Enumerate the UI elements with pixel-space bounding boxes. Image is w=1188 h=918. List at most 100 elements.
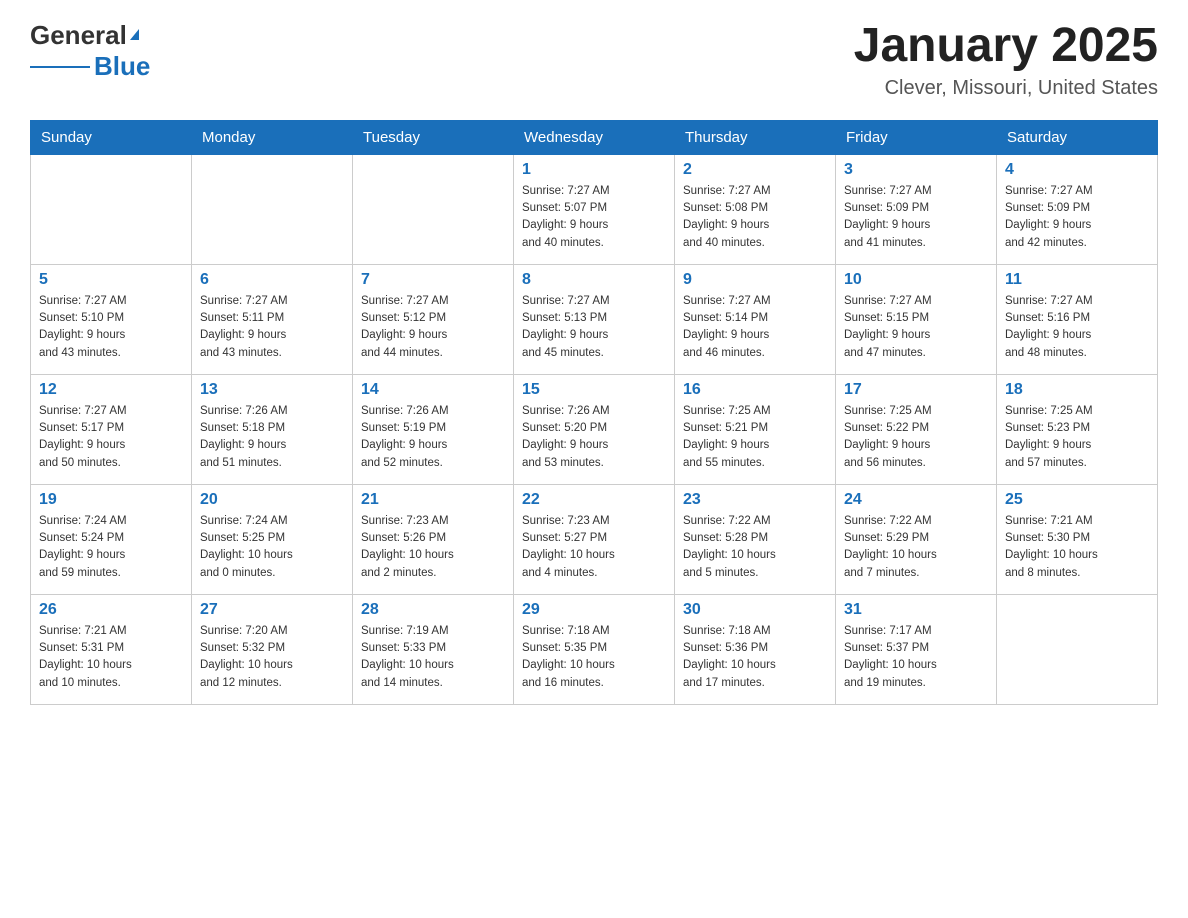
day-info: Sunrise: 7:27 AMSunset: 5:17 PMDaylight:… (39, 403, 183, 472)
day-cell (31, 154, 192, 264)
week-row-5: 26 Sunrise: 7:21 AMSunset: 5:31 PMDayligh… (31, 594, 1158, 704)
day-info: Sunrise: 7:21 AMSunset: 5:31 PMDaylight:… (39, 623, 183, 692)
day-info: Sunrise: 7:24 AMSunset: 5:24 PMDaylight:… (39, 513, 183, 582)
day-number: 19 (39, 491, 183, 509)
week-row-1: 1 Sunrise: 7:27 AMSunset: 5:07 PMDaylight… (31, 154, 1158, 264)
day-number: 17 (844, 381, 988, 399)
day-info: Sunrise: 7:23 AMSunset: 5:26 PMDaylight:… (361, 513, 505, 582)
day-number: 26 (39, 601, 183, 619)
day-cell (353, 154, 514, 264)
day-info: Sunrise: 7:18 AMSunset: 5:36 PMDaylight:… (683, 623, 827, 692)
day-cell: 7 Sunrise: 7:27 AMSunset: 5:12 PMDaylight… (353, 264, 514, 374)
week-row-2: 5 Sunrise: 7:27 AMSunset: 5:10 PMDaylight… (31, 264, 1158, 374)
day-number: 29 (522, 601, 666, 619)
day-info: Sunrise: 7:27 AMSunset: 5:07 PMDaylight:… (522, 183, 666, 252)
day-info: Sunrise: 7:27 AMSunset: 5:13 PMDaylight:… (522, 293, 666, 362)
calendar-table: SundayMondayTuesdayWednesdayThursdayFrid… (30, 120, 1158, 705)
day-info: Sunrise: 7:27 AMSunset: 5:11 PMDaylight:… (200, 293, 344, 362)
day-info: Sunrise: 7:25 AMSunset: 5:23 PMDaylight:… (1005, 403, 1149, 472)
day-cell (997, 594, 1158, 704)
day-cell: 2 Sunrise: 7:27 AMSunset: 5:08 PMDaylight… (675, 154, 836, 264)
day-number: 22 (522, 491, 666, 509)
day-info: Sunrise: 7:17 AMSunset: 5:37 PMDaylight:… (844, 623, 988, 692)
day-cell: 9Sunrise: 7:27 AMSunset: 5:14 PMDaylight… (675, 264, 836, 374)
day-cell: 26 Sunrise: 7:21 AMSunset: 5:31 PMDayligh… (31, 594, 192, 704)
day-number: 13 (200, 381, 344, 399)
day-cell: 20Sunrise: 7:24 AMSunset: 5:25 PMDayligh… (192, 484, 353, 594)
day-number: 9 (683, 271, 827, 289)
day-cell: 28Sunrise: 7:19 AMSunset: 5:33 PMDayligh… (353, 594, 514, 704)
weekday-header-sunday: Sunday (31, 120, 192, 154)
day-number: 24 (844, 491, 988, 509)
logo-blue: Blue (94, 51, 150, 82)
day-cell: 15Sunrise: 7:26 AMSunset: 5:20 PMDayligh… (514, 374, 675, 484)
day-number: 1 (522, 161, 666, 179)
day-info: Sunrise: 7:27 AMSunset: 5:09 PMDaylight:… (1005, 183, 1149, 252)
week-row-3: 12Sunrise: 7:27 AMSunset: 5:17 PMDayligh… (31, 374, 1158, 484)
weekday-header-thursday: Thursday (675, 120, 836, 154)
day-cell: 12Sunrise: 7:27 AMSunset: 5:17 PMDayligh… (31, 374, 192, 484)
day-cell: 16 Sunrise: 7:25 AMSunset: 5:21 PMDayligh… (675, 374, 836, 484)
day-cell: 24 Sunrise: 7:22 AMSunset: 5:29 PMDayligh… (836, 484, 997, 594)
day-cell: 10 Sunrise: 7:27 AMSunset: 5:15 PMDayligh… (836, 264, 997, 374)
page-header: General Blue January 2025 Clever, Missou… (30, 20, 1158, 100)
day-cell: 8 Sunrise: 7:27 AMSunset: 5:13 PMDaylight… (514, 264, 675, 374)
day-info: Sunrise: 7:26 AMSunset: 5:19 PMDaylight:… (361, 403, 505, 472)
day-number: 27 (200, 601, 344, 619)
day-cell: 5 Sunrise: 7:27 AMSunset: 5:10 PMDaylight… (31, 264, 192, 374)
day-number: 3 (844, 161, 988, 179)
day-cell: 17 Sunrise: 7:25 AMSunset: 5:22 PMDayligh… (836, 374, 997, 484)
weekday-header-monday: Monday (192, 120, 353, 154)
day-number: 2 (683, 161, 827, 179)
day-cell: 27 Sunrise: 7:20 AMSunset: 5:32 PMDayligh… (192, 594, 353, 704)
day-info: Sunrise: 7:27 AMSunset: 5:08 PMDaylight:… (683, 183, 827, 252)
weekday-header-tuesday: Tuesday (353, 120, 514, 154)
day-cell: 23 Sunrise: 7:22 AMSunset: 5:28 PMDayligh… (675, 484, 836, 594)
day-number: 5 (39, 271, 183, 289)
day-info: Sunrise: 7:27 AMSunset: 5:12 PMDaylight:… (361, 293, 505, 362)
day-info: Sunrise: 7:25 AMSunset: 5:22 PMDaylight:… (844, 403, 988, 472)
day-number: 23 (683, 491, 827, 509)
weekday-header-friday: Friday (836, 120, 997, 154)
weekday-header-row: SundayMondayTuesdayWednesdayThursdayFrid… (31, 120, 1158, 154)
day-info: Sunrise: 7:27 AMSunset: 5:10 PMDaylight:… (39, 293, 183, 362)
day-number: 15 (522, 381, 666, 399)
day-cell: 4 Sunrise: 7:27 AMSunset: 5:09 PMDaylight… (997, 154, 1158, 264)
day-number: 16 (683, 381, 827, 399)
day-number: 30 (683, 601, 827, 619)
weekday-header-wednesday: Wednesday (514, 120, 675, 154)
day-number: 7 (361, 271, 505, 289)
day-number: 31 (844, 601, 988, 619)
day-info: Sunrise: 7:19 AMSunset: 5:33 PMDaylight:… (361, 623, 505, 692)
day-cell: 14 Sunrise: 7:26 AMSunset: 5:19 PMDayligh… (353, 374, 514, 484)
day-number: 6 (200, 271, 344, 289)
day-info: Sunrise: 7:21 AMSunset: 5:30 PMDaylight:… (1005, 513, 1149, 582)
day-info: Sunrise: 7:27 AMSunset: 5:16 PMDaylight:… (1005, 293, 1149, 362)
logo: General Blue (30, 20, 150, 82)
day-number: 8 (522, 271, 666, 289)
logo-general: General (30, 20, 127, 51)
day-info: Sunrise: 7:22 AMSunset: 5:29 PMDaylight:… (844, 513, 988, 582)
day-number: 18 (1005, 381, 1149, 399)
day-number: 4 (1005, 161, 1149, 179)
day-cell: 31 Sunrise: 7:17 AMSunset: 5:37 PMDayligh… (836, 594, 997, 704)
day-info: Sunrise: 7:25 AMSunset: 5:21 PMDaylight:… (683, 403, 827, 472)
title-section: January 2025 Clever, Missouri, United St… (854, 20, 1158, 100)
day-cell: 19 Sunrise: 7:24 AMSunset: 5:24 PMDayligh… (31, 484, 192, 594)
day-number: 10 (844, 271, 988, 289)
day-cell: 18 Sunrise: 7:25 AMSunset: 5:23 PMDayligh… (997, 374, 1158, 484)
day-info: Sunrise: 7:26 AMSunset: 5:18 PMDaylight:… (200, 403, 344, 472)
day-number: 14 (361, 381, 505, 399)
day-cell: 29 Sunrise: 7:18 AMSunset: 5:35 PMDayligh… (514, 594, 675, 704)
day-info: Sunrise: 7:27 AMSunset: 5:15 PMDaylight:… (844, 293, 988, 362)
day-info: Sunrise: 7:27 AMSunset: 5:09 PMDaylight:… (844, 183, 988, 252)
week-row-4: 19 Sunrise: 7:24 AMSunset: 5:24 PMDayligh… (31, 484, 1158, 594)
day-cell: 30 Sunrise: 7:18 AMSunset: 5:36 PMDayligh… (675, 594, 836, 704)
day-info: Sunrise: 7:22 AMSunset: 5:28 PMDaylight:… (683, 513, 827, 582)
day-info: Sunrise: 7:18 AMSunset: 5:35 PMDaylight:… (522, 623, 666, 692)
day-info: Sunrise: 7:23 AMSunset: 5:27 PMDaylight:… (522, 513, 666, 582)
month-title: January 2025 (854, 20, 1158, 73)
logo-arrow-icon (130, 29, 139, 40)
day-info: Sunrise: 7:20 AMSunset: 5:32 PMDaylight:… (200, 623, 344, 692)
day-number: 25 (1005, 491, 1149, 509)
